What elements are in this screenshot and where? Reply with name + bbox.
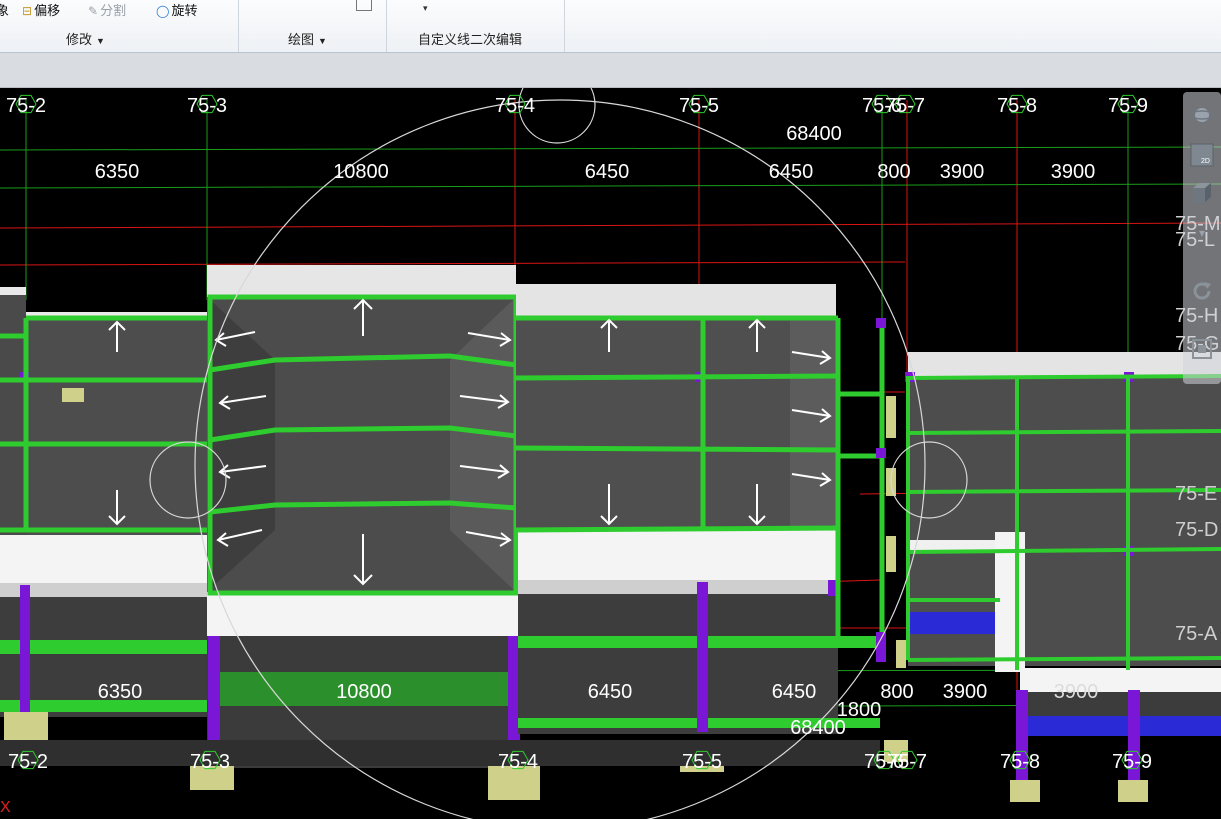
right-axis-label-4: 75-E: [1175, 483, 1217, 505]
view-3d-box-icon[interactable]: [1189, 180, 1215, 206]
view-2d-label: 2D: [1201, 158, 1210, 165]
top-dimension-2: 6450: [585, 161, 630, 183]
axis-label-bottom-2: 75-4: [498, 751, 538, 773]
top-dimension-4: 800: [877, 161, 910, 183]
axis-label-top-7: 75-9: [1108, 95, 1148, 117]
custom-line-group-text: 自定义线二次编辑: [418, 32, 523, 47]
view-2d-icon[interactable]: 2D: [1189, 142, 1215, 168]
bottom-dimension-5: 3900: [943, 681, 988, 703]
custom-line-group-label: 自定义线二次编辑: [418, 29, 522, 48]
ucs-x-marker: X: [0, 799, 11, 816]
axis-label-top-6: 75-8: [997, 95, 1037, 117]
chevron-down-icon: ▼: [318, 36, 327, 46]
axis-label-bottom-0: 75-2: [8, 751, 48, 773]
orbit-icon[interactable]: [1189, 102, 1215, 128]
draw-group-text: 绘图: [288, 32, 315, 47]
modify-group-label[interactable]: 修改 ▼: [66, 29, 105, 48]
right-axis-label-6: 75-A: [1175, 623, 1218, 645]
top-dimension-6: 3900: [1051, 161, 1096, 183]
group-separator: [238, 0, 239, 52]
axis-label-bottom-1: 75-3: [190, 751, 230, 773]
axis-label-bottom-5: 75-7: [887, 751, 927, 773]
top-dimension-0: 6350: [95, 161, 140, 183]
rotate-icon[interactable]: [1189, 278, 1215, 304]
axis-label-top-5: 75-7: [885, 95, 925, 117]
rotate-circle-icon: ◯: [156, 4, 170, 18]
zoom-extents-icon[interactable]: [1189, 336, 1215, 362]
tool-label-0: 象: [0, 3, 10, 18]
draw-rect-icon[interactable]: [356, 0, 372, 11]
top-dimension-1: 10800: [333, 161, 389, 183]
top-dimension-5: 3900: [940, 161, 985, 183]
split-tool-label: 分割: [100, 3, 127, 18]
modify-group-text: 修改: [66, 32, 93, 47]
offset-icon: ⊟: [22, 4, 33, 18]
tab-strip: [0, 53, 1221, 88]
axis-label-top-0: 75-2: [6, 95, 46, 117]
bottom-dimension-1: 10800: [336, 681, 392, 703]
axis-label-top-1: 75-3: [187, 95, 227, 117]
move-down-icon[interactable]: ▾: [1189, 220, 1215, 246]
axis-label-bottom-3: 75-5: [682, 751, 722, 773]
bottom-dimension-3: 6450: [772, 681, 817, 703]
extra-dimension: 1800: [837, 699, 882, 721]
axis-label-bottom-6: 75-8: [1000, 751, 1040, 773]
axis-label-top-2: 75-4: [495, 95, 535, 117]
right-center-floor-block: [515, 284, 906, 734]
group-separator: [564, 0, 565, 52]
draw-group-label[interactable]: 绘图 ▼: [288, 29, 327, 48]
tool-button-0[interactable]: 象: [0, 0, 9, 19]
axis-label-top-3: 75-5: [679, 95, 719, 117]
right-axis-label-5: 75-D: [1175, 519, 1218, 541]
rotate-tool-button[interactable]: ◯ 旋转: [156, 0, 197, 19]
ribbon-toolbar: 象 ⊟ 偏移 ✎ 分割 ◯ 旋转 ▾ 修改 ▼ 绘图 ▼ 自定义线二次编辑: [0, 0, 1221, 53]
custom-line-dropdown-icon[interactable]: ▾: [423, 3, 428, 14]
offset-tool-button[interactable]: ⊟ 偏移: [22, 0, 60, 19]
split-tool-button[interactable]: ✎ 分割: [88, 0, 126, 19]
ground-beam: [0, 740, 880, 766]
offset-tool-label: 偏移: [34, 3, 61, 18]
top-dimension-3: 6450: [769, 161, 814, 183]
chevron-down-icon: ▼: [96, 36, 105, 46]
bottom-dimension-0: 6350: [98, 681, 143, 703]
navigation-bar: 2D ▾: [1183, 92, 1221, 384]
axis-label-bottom-7: 75-9: [1112, 751, 1152, 773]
bottom-dimension-4: 800: [880, 681, 913, 703]
rotate-tool-label: 旋转: [171, 3, 198, 18]
split-icon: ✎: [88, 4, 99, 18]
group-separator: [386, 0, 387, 52]
top-total-dimension: 68400: [786, 123, 842, 145]
cad-viewport[interactable]: 75-2 75-3 75-4 75-5 75-6 75-7 75-8 75-9 75-2 75-3…: [0, 88, 1221, 819]
bottom-dimension-6: 3900: [1054, 681, 1099, 703]
left-floor-block: [0, 287, 208, 717]
bottom-dimension-2: 6450: [588, 681, 633, 703]
right-floor-block: [905, 352, 1221, 782]
cad-drawing[interactable]: 75-2 75-3 75-4 75-5 75-675-7 75-8 75-975-2 75-3…: [0, 88, 1221, 819]
